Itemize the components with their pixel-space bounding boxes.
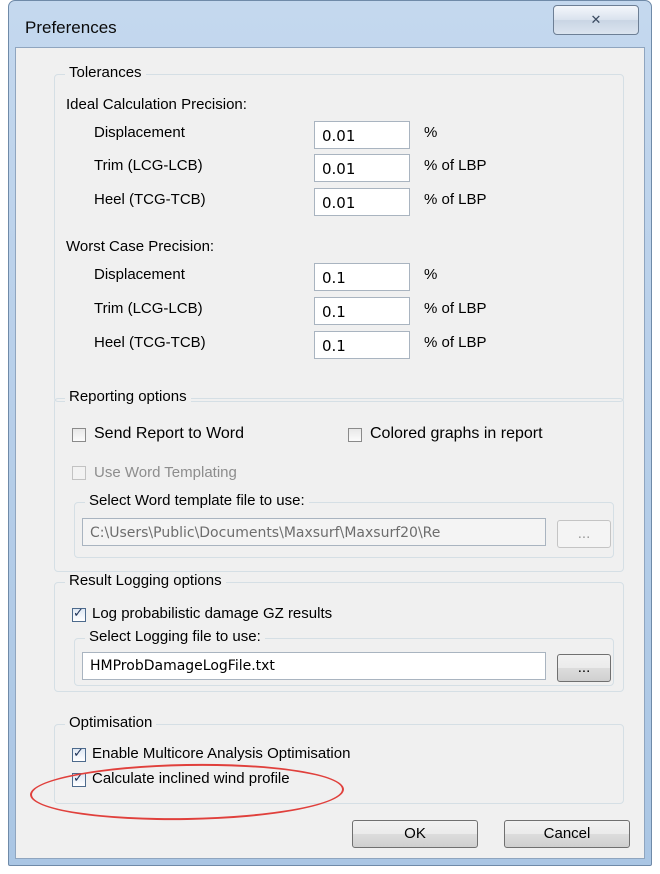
colored-graphs-checkbox[interactable] bbox=[348, 428, 362, 442]
multicore-checkbox[interactable] bbox=[72, 746, 86, 762]
worst-displacement-label: Displacement bbox=[94, 266, 185, 283]
logging-file-legend: Select Logging file to use: bbox=[85, 628, 265, 645]
use-templating-label[interactable]: Use Word Templating bbox=[94, 464, 237, 481]
template-browse-button[interactable]: ... bbox=[557, 520, 611, 548]
logging-path-input[interactable]: HMProbDamageLogFile.txt bbox=[82, 652, 546, 680]
ideal-trim-input[interactable]: 0.01 bbox=[314, 154, 410, 182]
logging-legend: Result Logging options bbox=[65, 572, 226, 589]
tolerances-legend: Tolerances bbox=[65, 64, 146, 81]
log-gz-label[interactable]: Log probabilistic damage GZ results bbox=[92, 605, 332, 622]
reporting-legend: Reporting options bbox=[65, 388, 191, 405]
preferences-dialog: Preferences ✕ Tolerances Ideal Calculati… bbox=[8, 0, 652, 866]
worst-heel-input[interactable]: 0.1 bbox=[314, 331, 410, 359]
multicore-label[interactable]: Enable Multicore Analysis Optimisation bbox=[92, 745, 350, 762]
worst-displacement-input[interactable]: 0.1 bbox=[314, 263, 410, 291]
ideal-displacement-label: Displacement bbox=[94, 124, 185, 141]
worst-precision-heading: Worst Case Precision: bbox=[66, 238, 215, 255]
ideal-precision-heading: Ideal Calculation Precision: bbox=[66, 96, 247, 113]
worst-trim-input[interactable]: 0.1 bbox=[314, 297, 410, 325]
ok-button[interactable]: OK bbox=[352, 820, 478, 848]
ideal-trim-label: Trim (LCG-LCB) bbox=[94, 157, 203, 174]
logging-browse-button[interactable]: ... bbox=[557, 654, 611, 682]
use-templating-checkbox[interactable] bbox=[72, 466, 86, 480]
send-report-label[interactable]: Send Report to Word bbox=[94, 425, 244, 443]
send-report-checkbox[interactable] bbox=[72, 428, 86, 442]
close-button[interactable]: ✕ bbox=[553, 5, 639, 35]
worst-heel-label: Heel (TCG-TCB) bbox=[94, 334, 206, 351]
ideal-displacement-unit: % bbox=[424, 124, 438, 141]
template-path-input[interactable]: C:\Users\Public\Documents\Maxsurf\Maxsur… bbox=[82, 518, 546, 546]
template-file-legend: Select Word template file to use: bbox=[85, 492, 309, 509]
ideal-displacement-input[interactable]: 0.01 bbox=[314, 121, 410, 149]
ideal-heel-unit: % of LBP bbox=[424, 191, 487, 208]
ideal-heel-input[interactable]: 0.01 bbox=[314, 188, 410, 216]
worst-displacement-unit: % bbox=[424, 266, 438, 283]
ideal-trim-unit: % of LBP bbox=[424, 157, 487, 174]
ideal-heel-label: Heel (TCG-TCB) bbox=[94, 191, 206, 208]
optimisation-legend: Optimisation bbox=[65, 714, 157, 731]
close-icon: ✕ bbox=[590, 12, 602, 28]
worst-trim-unit: % of LBP bbox=[424, 300, 487, 317]
log-gz-checkbox[interactable] bbox=[72, 606, 86, 622]
worst-trim-label: Trim (LCG-LCB) bbox=[94, 300, 203, 317]
title-bar[interactable]: Preferences ✕ bbox=[9, 1, 651, 47]
worst-heel-unit: % of LBP bbox=[424, 334, 487, 351]
cancel-button[interactable]: Cancel bbox=[504, 820, 630, 848]
dialog-title: Preferences bbox=[25, 18, 117, 37]
dialog-body: Tolerances Ideal Calculation Precision: … bbox=[15, 47, 645, 859]
colored-graphs-label[interactable]: Colored graphs in report bbox=[370, 425, 543, 443]
